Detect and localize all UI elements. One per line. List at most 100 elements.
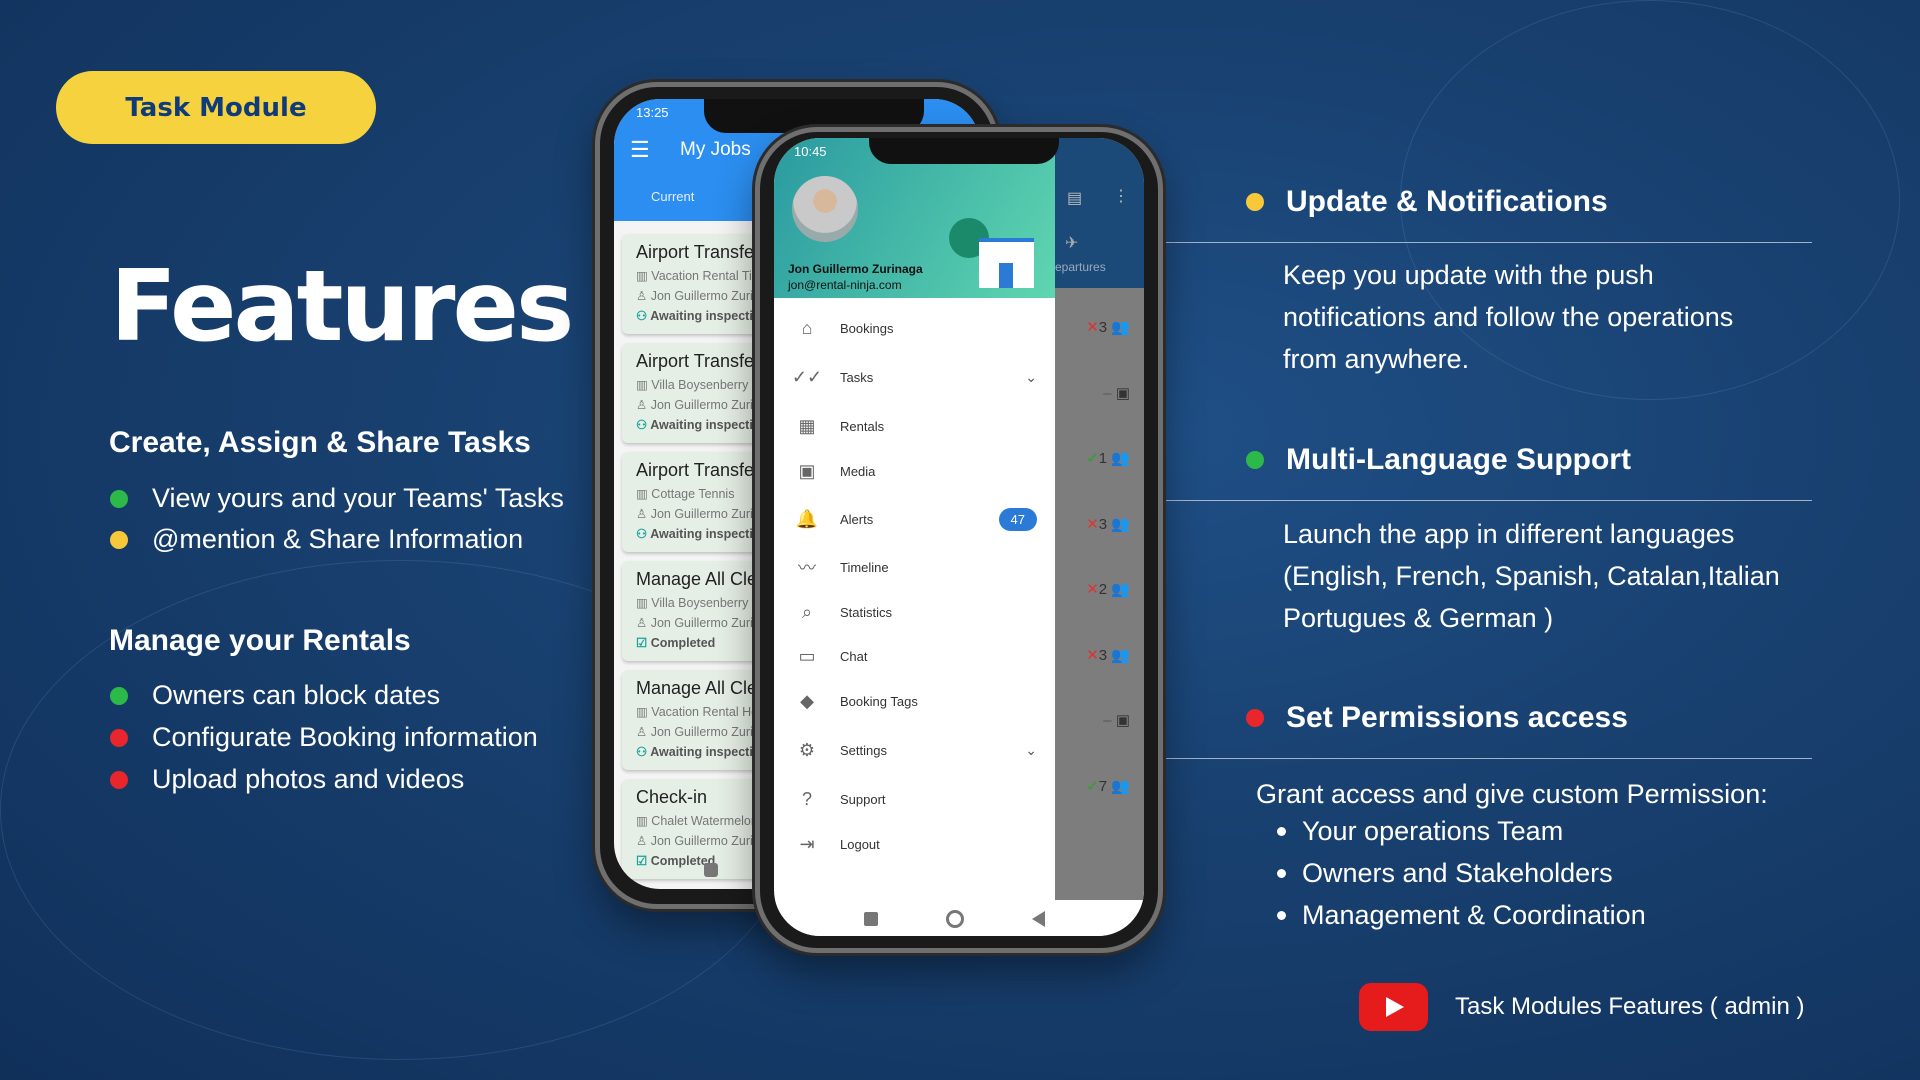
permissions-intro: Grant access and give custom Permission:: [1256, 779, 1768, 809]
chevron-down-icon[interactable]: ⌄: [1025, 742, 1037, 759]
assignment-count: ✕3 👥: [1086, 515, 1130, 533]
item-text: View yours and your Teams' Tasks: [152, 483, 564, 513]
assignment-count: ✓1 👥: [1086, 449, 1130, 467]
bookings-icon: ⌂: [801, 317, 813, 338]
count-value: 3: [1098, 646, 1108, 664]
calendar-blocked-icon: ▣: [1115, 384, 1130, 402]
tab-current[interactable]: Current: [651, 189, 694, 204]
count-value: 2: [1098, 581, 1108, 598]
nav-bar: [774, 900, 1144, 936]
menu-item-settings[interactable]: ⚙ Settings ⌄: [774, 730, 1055, 770]
bullet-icon: [110, 770, 128, 789]
feature-item: Configurate Booking information: [110, 722, 538, 753]
people-icon: 👥: [1111, 319, 1130, 336]
assignment-count: – ▣: [1103, 711, 1130, 729]
bullet-icon: [1246, 193, 1264, 211]
item-text: Your operations Team: [1302, 816, 1564, 846]
front-phone: ▤ ⋮ ✈ epartures ✕3 👥 – ▣ ✓1 👥 ✕3 👥 ✕2 👥 ✕3 👥 –…: [755, 127, 1163, 953]
menu-item-logout[interactable]: ⇥ Logout: [774, 824, 1055, 864]
menu-item-alerts[interactable]: 🔔 Alerts 47: [774, 499, 1055, 539]
divider: [1163, 242, 1812, 243]
text-line: Launch the app in different languages: [1283, 519, 1735, 549]
tasks-icon: ✓✓: [791, 366, 823, 387]
permission-item: Owners and Stakeholders: [1277, 858, 1613, 889]
nav-back-button[interactable]: [1032, 911, 1045, 927]
people-icon: 👥: [1111, 450, 1130, 467]
language-text: Launch the app in different languages (En…: [1283, 513, 1780, 639]
nav-recents-button[interactable]: [864, 912, 878, 926]
permission-item: Management & Coordination: [1277, 900, 1646, 931]
menu-item-media[interactable]: ▣ Media: [774, 451, 1055, 491]
item-text: Owners can block dates: [152, 680, 441, 710]
feature-item: Upload photos and videos: [110, 764, 464, 795]
user-email: jon@rental-ninja.com: [788, 278, 902, 292]
menu-label: Logout: [840, 836, 880, 852]
permission-item: Your operations Team: [1277, 816, 1563, 847]
support-icon: ?: [801, 788, 812, 809]
menu-label: Chat: [840, 648, 868, 664]
status-mark: –: [1103, 712, 1112, 729]
update-heading: Update & Notifications: [1246, 185, 1608, 219]
menu-label: Media: [840, 463, 876, 479]
section-heading-rentals: Manage your Rentals: [109, 624, 411, 657]
text-line: Portugues & German ): [1283, 603, 1554, 633]
text-line: Keep you update with the push: [1283, 260, 1654, 290]
menu-item-timeline[interactable]: 〰 Timeline: [774, 547, 1055, 587]
nav-home-button[interactable]: [946, 910, 964, 928]
item-text: Upload photos and videos: [152, 764, 465, 794]
rentals-icon: ▦: [798, 415, 816, 436]
status-mark: –: [1103, 384, 1112, 402]
menu-item-bookings[interactable]: ⌂ Bookings: [774, 308, 1055, 348]
count-value: 3: [1098, 319, 1108, 336]
menu-label: Support: [840, 791, 886, 807]
menu-label: Settings: [840, 742, 887, 758]
bullet-icon: [1277, 827, 1286, 836]
media-icon: ▣: [798, 460, 816, 481]
menu-item-support[interactable]: ? Support: [774, 779, 1055, 819]
statistics-icon: ⌕: [801, 601, 813, 622]
menu-item-chat[interactable]: ▭ Chat: [774, 636, 1055, 676]
item-text: Management & Coordination: [1302, 900, 1646, 930]
menu-item-booking-tags[interactable]: ◆ Booking Tags: [774, 681, 1055, 721]
page-title: Features: [110, 250, 574, 364]
nav-home-button[interactable]: [704, 863, 718, 877]
menu-item-rentals[interactable]: ▦ Rentals: [774, 406, 1055, 446]
divider: [1163, 500, 1812, 501]
timeline-icon: 〰: [798, 558, 816, 578]
heading-text: Set Permissions access: [1286, 701, 1628, 734]
assignment-count: ✕3 👥: [1086, 646, 1130, 664]
item-text: Owners and Stakeholders: [1302, 858, 1613, 888]
bullet-icon: [1277, 911, 1286, 920]
people-icon: 👥: [1111, 581, 1130, 598]
youtube-icon[interactable]: [1359, 983, 1428, 1031]
chat-icon: ▭: [798, 645, 816, 666]
chevron-down-icon[interactable]: ⌄: [1025, 369, 1037, 386]
menu-item-statistics[interactable]: ⌕ Statistics: [774, 592, 1055, 632]
app-title: My Jobs: [680, 139, 751, 160]
status-time: 13:25: [636, 105, 669, 120]
people-icon: 👥: [1111, 646, 1130, 664]
count-value: 1: [1098, 450, 1108, 467]
user-name: Jon Guillermo Zurinaga: [788, 262, 923, 276]
file-icon: ▤: [1067, 190, 1083, 207]
assignment-count: – ▣: [1103, 384, 1130, 402]
status-mark: ✕: [1086, 581, 1099, 598]
departures-tab[interactable]: epartures: [1055, 260, 1106, 274]
alerts-icon: 🔔: [795, 508, 819, 529]
people-icon: 👥: [1111, 777, 1130, 795]
status-mark: ✓: [1086, 450, 1099, 467]
notch: [869, 138, 1059, 164]
assignment-count: ✕2 👥: [1086, 580, 1130, 598]
more-icon: ⋮: [1113, 188, 1129, 205]
alerts-count-badge: 47: [998, 507, 1037, 531]
avatar: [792, 176, 858, 242]
permissions-heading: Set Permissions access: [1246, 701, 1628, 735]
menu-icon[interactable]: ☰: [630, 137, 650, 163]
menu-label: Bookings: [840, 320, 894, 336]
heading-text: Update & Notifications: [1286, 185, 1608, 218]
video-link[interactable]: Task Modules Features ( admin ): [1455, 993, 1804, 1021]
settings-icon: ⚙: [798, 739, 816, 760]
menu-item-tasks[interactable]: ✓✓ Tasks ⌄: [774, 357, 1055, 397]
bullet-icon: [110, 728, 128, 747]
heading-text: Multi-Language Support: [1286, 443, 1631, 476]
